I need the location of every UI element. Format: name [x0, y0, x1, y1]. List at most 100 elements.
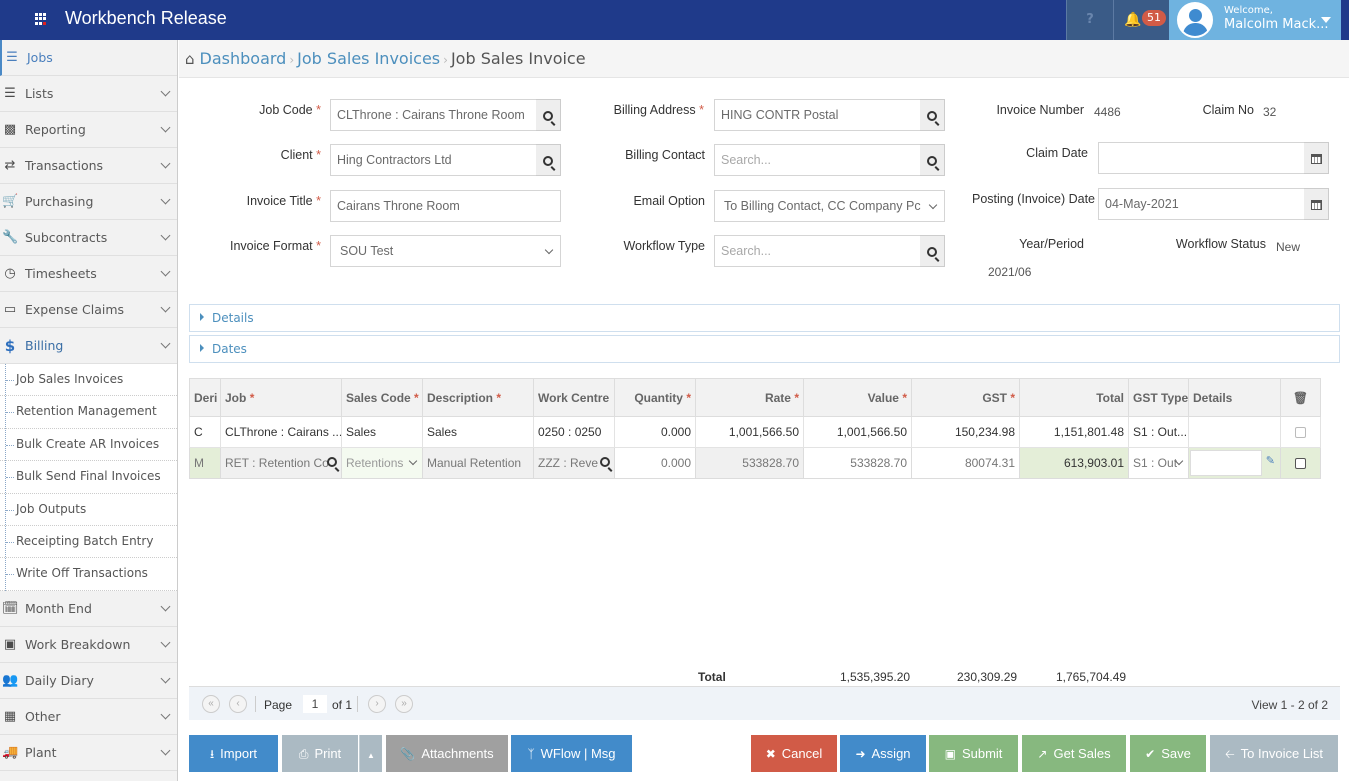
sidebar-item-transactions[interactable]: ⇄ Transactions: [0, 148, 177, 184]
print-options-toggle[interactable]: ▲: [359, 735, 382, 772]
sidebar-subitem-bulk-send-final-invoices[interactable]: Bulk Send Final Invoices: [0, 461, 177, 494]
help-button[interactable]: ?: [1066, 0, 1113, 40]
next-page-button[interactable]: ›: [368, 695, 386, 713]
col-header-details[interactable]: Details: [1188, 378, 1281, 417]
col-header-work-centre[interactable]: Work Centre: [533, 378, 615, 417]
cell-details-input[interactable]: ✎: [1188, 447, 1281, 479]
cell-job-input[interactable]: RET : Retention Co: [220, 447, 342, 479]
sidebar-item-plant[interactable]: 🚚 Plant: [0, 734, 177, 771]
breadcrumb-job-sales-invoices[interactable]: Job Sales Invoices: [297, 49, 440, 68]
app-grid-icon[interactable]: [35, 13, 47, 25]
sidebar-subitem-receipting-batch-entry[interactable]: Receipting Batch Entry: [0, 526, 177, 559]
col-header-rate[interactable]: Rate *: [695, 378, 804, 417]
billing-contact-input[interactable]: Search...: [714, 144, 921, 176]
sidebar-item-label: Plant: [25, 744, 57, 760]
claim-date-input[interactable]: [1098, 142, 1305, 174]
sidebar-item-reporting[interactable]: ▩ Reporting: [0, 112, 177, 148]
workflow-type-search-button[interactable]: [920, 235, 945, 267]
submit-button[interactable]: ▣ Submit: [929, 735, 1018, 772]
billing-address-search-button[interactable]: [920, 99, 945, 131]
invoice-format-select[interactable]: SOU Test: [330, 235, 561, 267]
sidebar-item-lists[interactable]: ☰ Lists: [0, 76, 177, 112]
sidebar-item-jobs[interactable]: ☰ Jobs: [0, 40, 177, 76]
sidebar-item-purchasing[interactable]: 🛒 Purchasing: [0, 184, 177, 220]
col-header-job[interactable]: Job *: [220, 378, 342, 417]
search-icon: [543, 110, 553, 121]
trash-icon[interactable]: 🗑: [1280, 378, 1321, 417]
search-icon[interactable]: [327, 457, 337, 467]
sidebar-item-subcontracts[interactable]: 🔧 Subcontracts: [0, 220, 177, 256]
cell-value: 1,001,566.50: [803, 416, 912, 448]
sidebar-item-billing[interactable]: $ Billing: [0, 328, 177, 364]
job-code-input[interactable]: CLThrone : Cairans Throne Room: [330, 99, 537, 131]
attachments-button[interactable]: 📎 Attachments: [386, 735, 508, 772]
chevron-down-icon: [160, 266, 171, 277]
sidebar-subitem-bulk-create-ar-invoices[interactable]: Bulk Create AR Invoices: [0, 429, 177, 462]
pencil-icon[interactable]: ✎: [1266, 454, 1275, 467]
cell-gst-input[interactable]: 80074.31: [911, 447, 1020, 479]
client-input[interactable]: Hing Contractors Ltd: [330, 144, 537, 176]
sidebar-item-month-end[interactable]: 🗓 Month End: [0, 590, 177, 627]
cell-gst-type-select[interactable]: S1 : Out: [1128, 447, 1189, 479]
wflow-msg-button[interactable]: ᛉ WFlow | Msg: [511, 735, 632, 772]
col-header-gst[interactable]: GST *: [911, 378, 1020, 417]
cell-sales-code-select[interactable]: Retentions: [341, 447, 423, 479]
col-header-total[interactable]: Total: [1019, 378, 1129, 417]
sidebar-item-daily-diary[interactable]: 👥 Daily Diary: [0, 662, 177, 699]
sidebar-subitem-job-outputs[interactable]: Job Outputs: [0, 494, 177, 526]
user-menu[interactable]: Welcome, Malcolm Mack...: [1169, 0, 1341, 40]
assign-button[interactable]: ➜ Assign: [840, 735, 926, 772]
job-code-search-button[interactable]: [536, 99, 561, 131]
claim-date-picker-button[interactable]: [1304, 142, 1329, 174]
cancel-button[interactable]: ✖ Cancel: [751, 735, 837, 772]
first-page-button[interactable]: «: [202, 695, 220, 713]
col-header-quantity[interactable]: Quantity *: [614, 378, 696, 417]
page-input[interactable]: 1: [303, 695, 327, 713]
cell-quantity-input[interactable]: 0.000: [614, 447, 696, 479]
sidebar-subitem-retention-management[interactable]: Retention Management: [0, 396, 177, 429]
row-select-checkbox[interactable]: [1295, 427, 1306, 439]
row-select-checkbox[interactable]: [1295, 458, 1306, 470]
to-invoice-list-button[interactable]: 🡠 To Invoice List: [1210, 735, 1338, 772]
table-row[interactable]: C CLThrone : Cairans ... Sales Sales 025…: [189, 416, 1321, 448]
col-header-deri[interactable]: Deri: [189, 378, 221, 417]
sidebar-item-work-breakdown[interactable]: ▣ Work Breakdown: [0, 626, 177, 663]
sidebar-subitem-write-off-transactions[interactable]: Write Off Transactions: [0, 558, 177, 591]
sidebar-item-timesheets[interactable]: ◷ Timesheets: [0, 256, 177, 292]
notifications-button[interactable]: 🔔 51: [1113, 0, 1169, 40]
search-icon[interactable]: [600, 457, 610, 467]
billing-address-input[interactable]: HING CONTR Postal: [714, 99, 921, 131]
client-search-button[interactable]: [536, 144, 561, 176]
col-header-gst-type[interactable]: GST Type: [1128, 378, 1189, 417]
invoice-title-input[interactable]: Cairans Throne Room: [330, 190, 561, 222]
sidebar-item-other[interactable]: ▦ Other: [0, 698, 177, 735]
cell-rate-input[interactable]: 533828.70: [695, 447, 804, 479]
breadcrumb-dashboard[interactable]: Dashboard: [200, 49, 287, 68]
sidebar-item-expense-claims[interactable]: ▭ Expense Claims: [0, 292, 177, 328]
sidebar-subitem-job-sales-invoices[interactable]: Job Sales Invoices: [0, 364, 177, 397]
sidebar-item-label: Purchasing: [25, 194, 94, 209]
cell-value-input[interactable]: 533828.70: [803, 447, 912, 479]
last-page-button[interactable]: »: [395, 695, 413, 713]
import-button[interactable]: ⭳ Import: [189, 735, 278, 772]
year-period-label: Year/Period: [1019, 237, 1084, 251]
prev-page-button[interactable]: ‹: [229, 695, 247, 713]
home-icon[interactable]: ⌂: [185, 50, 195, 68]
billing-contact-search-button[interactable]: [920, 144, 945, 176]
email-option-select[interactable]: To Billing Contact, CC Company Pc: [714, 190, 945, 222]
details-section-toggle[interactable]: Details: [189, 304, 1340, 332]
workflow-type-input[interactable]: Search...: [714, 235, 921, 267]
print-button[interactable]: ⎙ Print: [282, 735, 358, 772]
col-header-sales-code[interactable]: Sales Code *: [341, 378, 423, 417]
cell-work-centre-input[interactable]: ZZZ : Reve: [533, 447, 615, 479]
dates-section-toggle[interactable]: Dates: [189, 335, 1340, 363]
cell-description-input[interactable]: Manual Retention: [422, 447, 534, 479]
posting-date-picker-button[interactable]: [1304, 188, 1329, 220]
table-row-editing[interactable]: M RET : Retention Co Retentions Manual R…: [189, 447, 1321, 479]
save-button[interactable]: ✔ Save: [1130, 735, 1206, 772]
search-icon: [927, 155, 937, 166]
col-header-value[interactable]: Value *: [803, 378, 912, 417]
get-sales-button[interactable]: ↗ Get Sales: [1022, 735, 1126, 772]
posting-date-input[interactable]: 04-May-2021: [1098, 188, 1305, 220]
col-header-description[interactable]: Description *: [422, 378, 534, 417]
